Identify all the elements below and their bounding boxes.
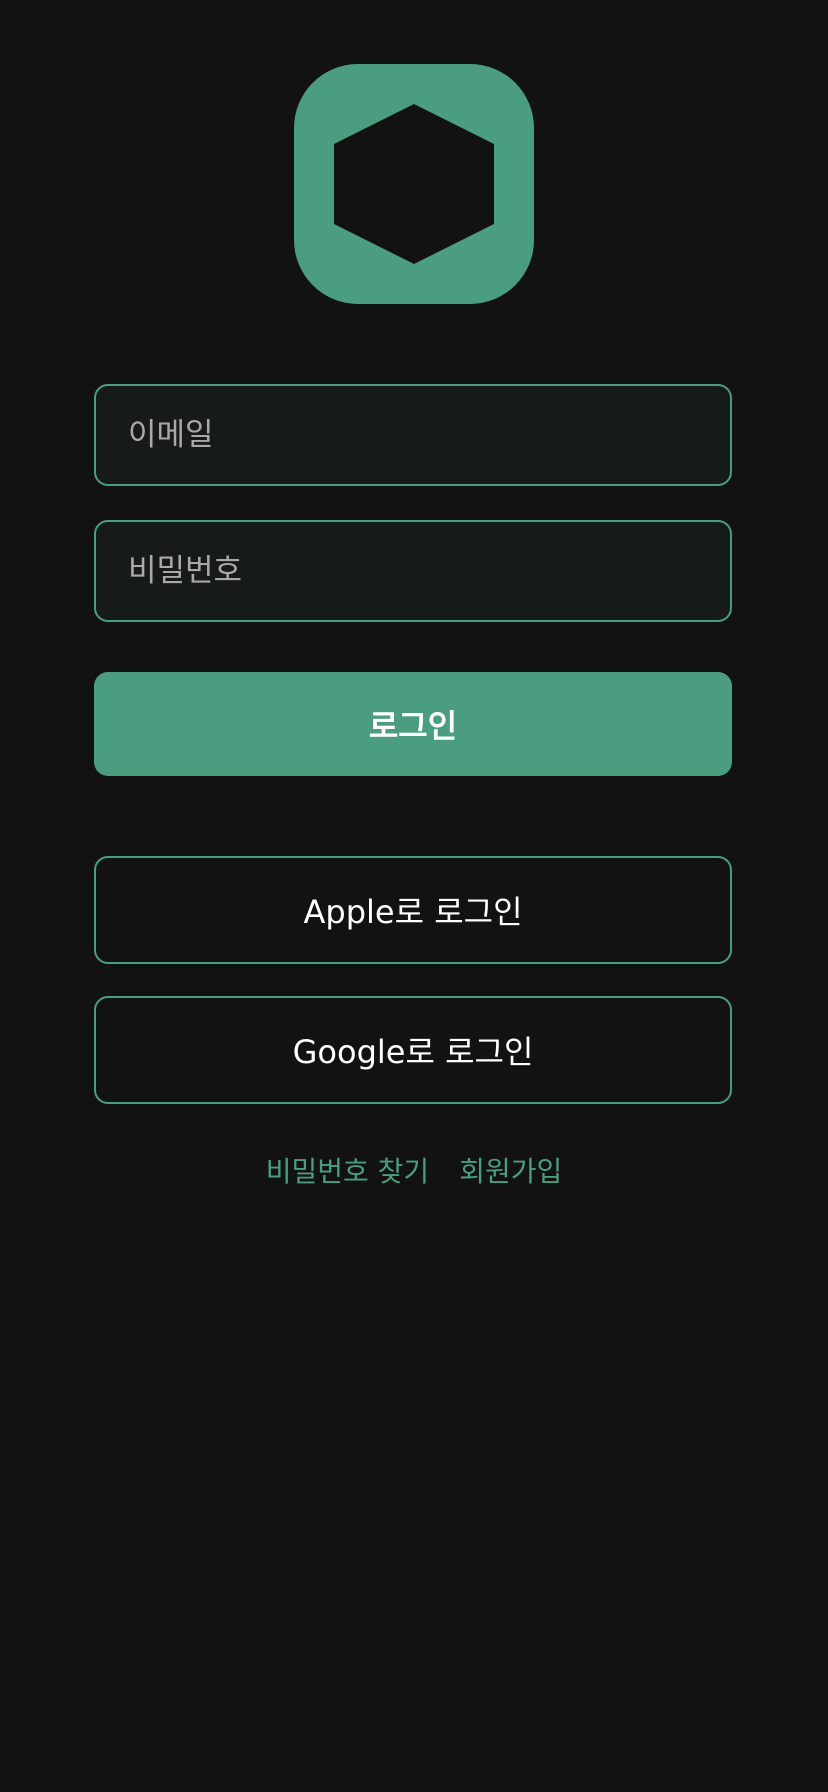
google-login-button[interactable]: Google로 로그인 <box>94 996 732 1104</box>
password-field[interactable] <box>94 520 732 622</box>
hexagon-icon <box>334 104 494 264</box>
auth-links: 비밀번호 찾기 회원가입 <box>0 1148 828 1192</box>
signup-link[interactable]: 회원가입 <box>459 1150 562 1190</box>
login-button[interactable]: 로그인 <box>94 672 732 776</box>
apple-login-button[interactable]: Apple로 로그인 <box>94 856 732 964</box>
email-field[interactable] <box>94 384 732 486</box>
find-password-link[interactable]: 비밀번호 찾기 <box>266 1150 429 1190</box>
app-logo <box>294 64 534 304</box>
